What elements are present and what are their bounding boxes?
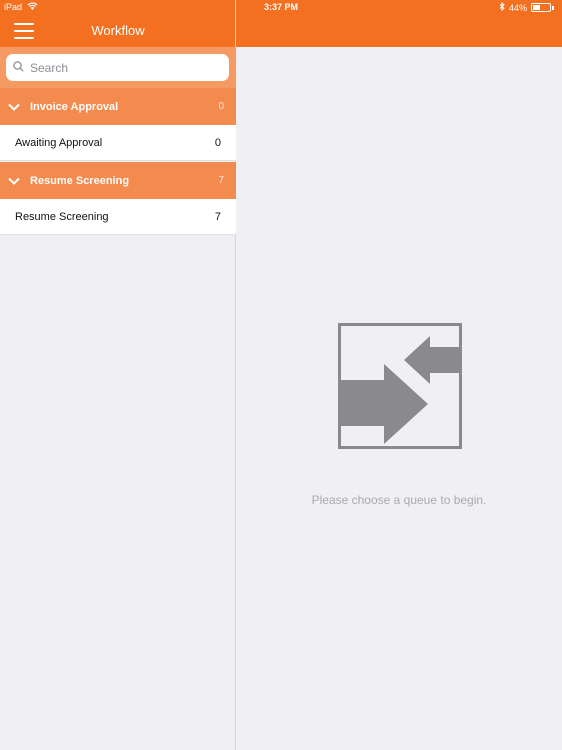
battery-icon [531, 3, 551, 12]
bluetooth-icon [499, 1, 505, 13]
group-header-invoice-approval[interactable]: Invoice Approval 0 [0, 88, 236, 125]
queue-row-awaiting-approval[interactable]: Awaiting Approval 0 [0, 125, 236, 161]
group-title: Invoice Approval [30, 100, 119, 113]
search-icon [13, 59, 24, 77]
queue-label: Resume Screening [15, 210, 109, 223]
queue-count: 0 [214, 136, 221, 149]
queue-arrows-icon [338, 323, 462, 454]
nav-title: Workflow [91, 23, 145, 38]
group-count: 7 [218, 175, 224, 186]
search-bar [0, 47, 236, 88]
empty-state-message: Please choose a queue to begin. [311, 493, 487, 507]
chevron-down-icon [8, 177, 28, 185]
chevron-down-icon [8, 103, 28, 111]
queue-label: Awaiting Approval [15, 136, 103, 149]
group-count: 0 [218, 101, 224, 112]
battery-percent: 44% [508, 2, 527, 13]
group-header-resume-screening[interactable]: Resume Screening 7 [0, 162, 236, 199]
queue-sidebar: Workflow Invoice Approval 0 Awaiting App… [0, 0, 236, 750]
search-input[interactable] [30, 60, 210, 75]
search-field[interactable] [6, 54, 229, 81]
group-title: Resume Screening [30, 174, 130, 187]
queue-row-resume-screening[interactable]: Resume Screening 7 [0, 199, 236, 235]
queue-count: 7 [214, 210, 221, 223]
battery-fill [533, 5, 541, 10]
